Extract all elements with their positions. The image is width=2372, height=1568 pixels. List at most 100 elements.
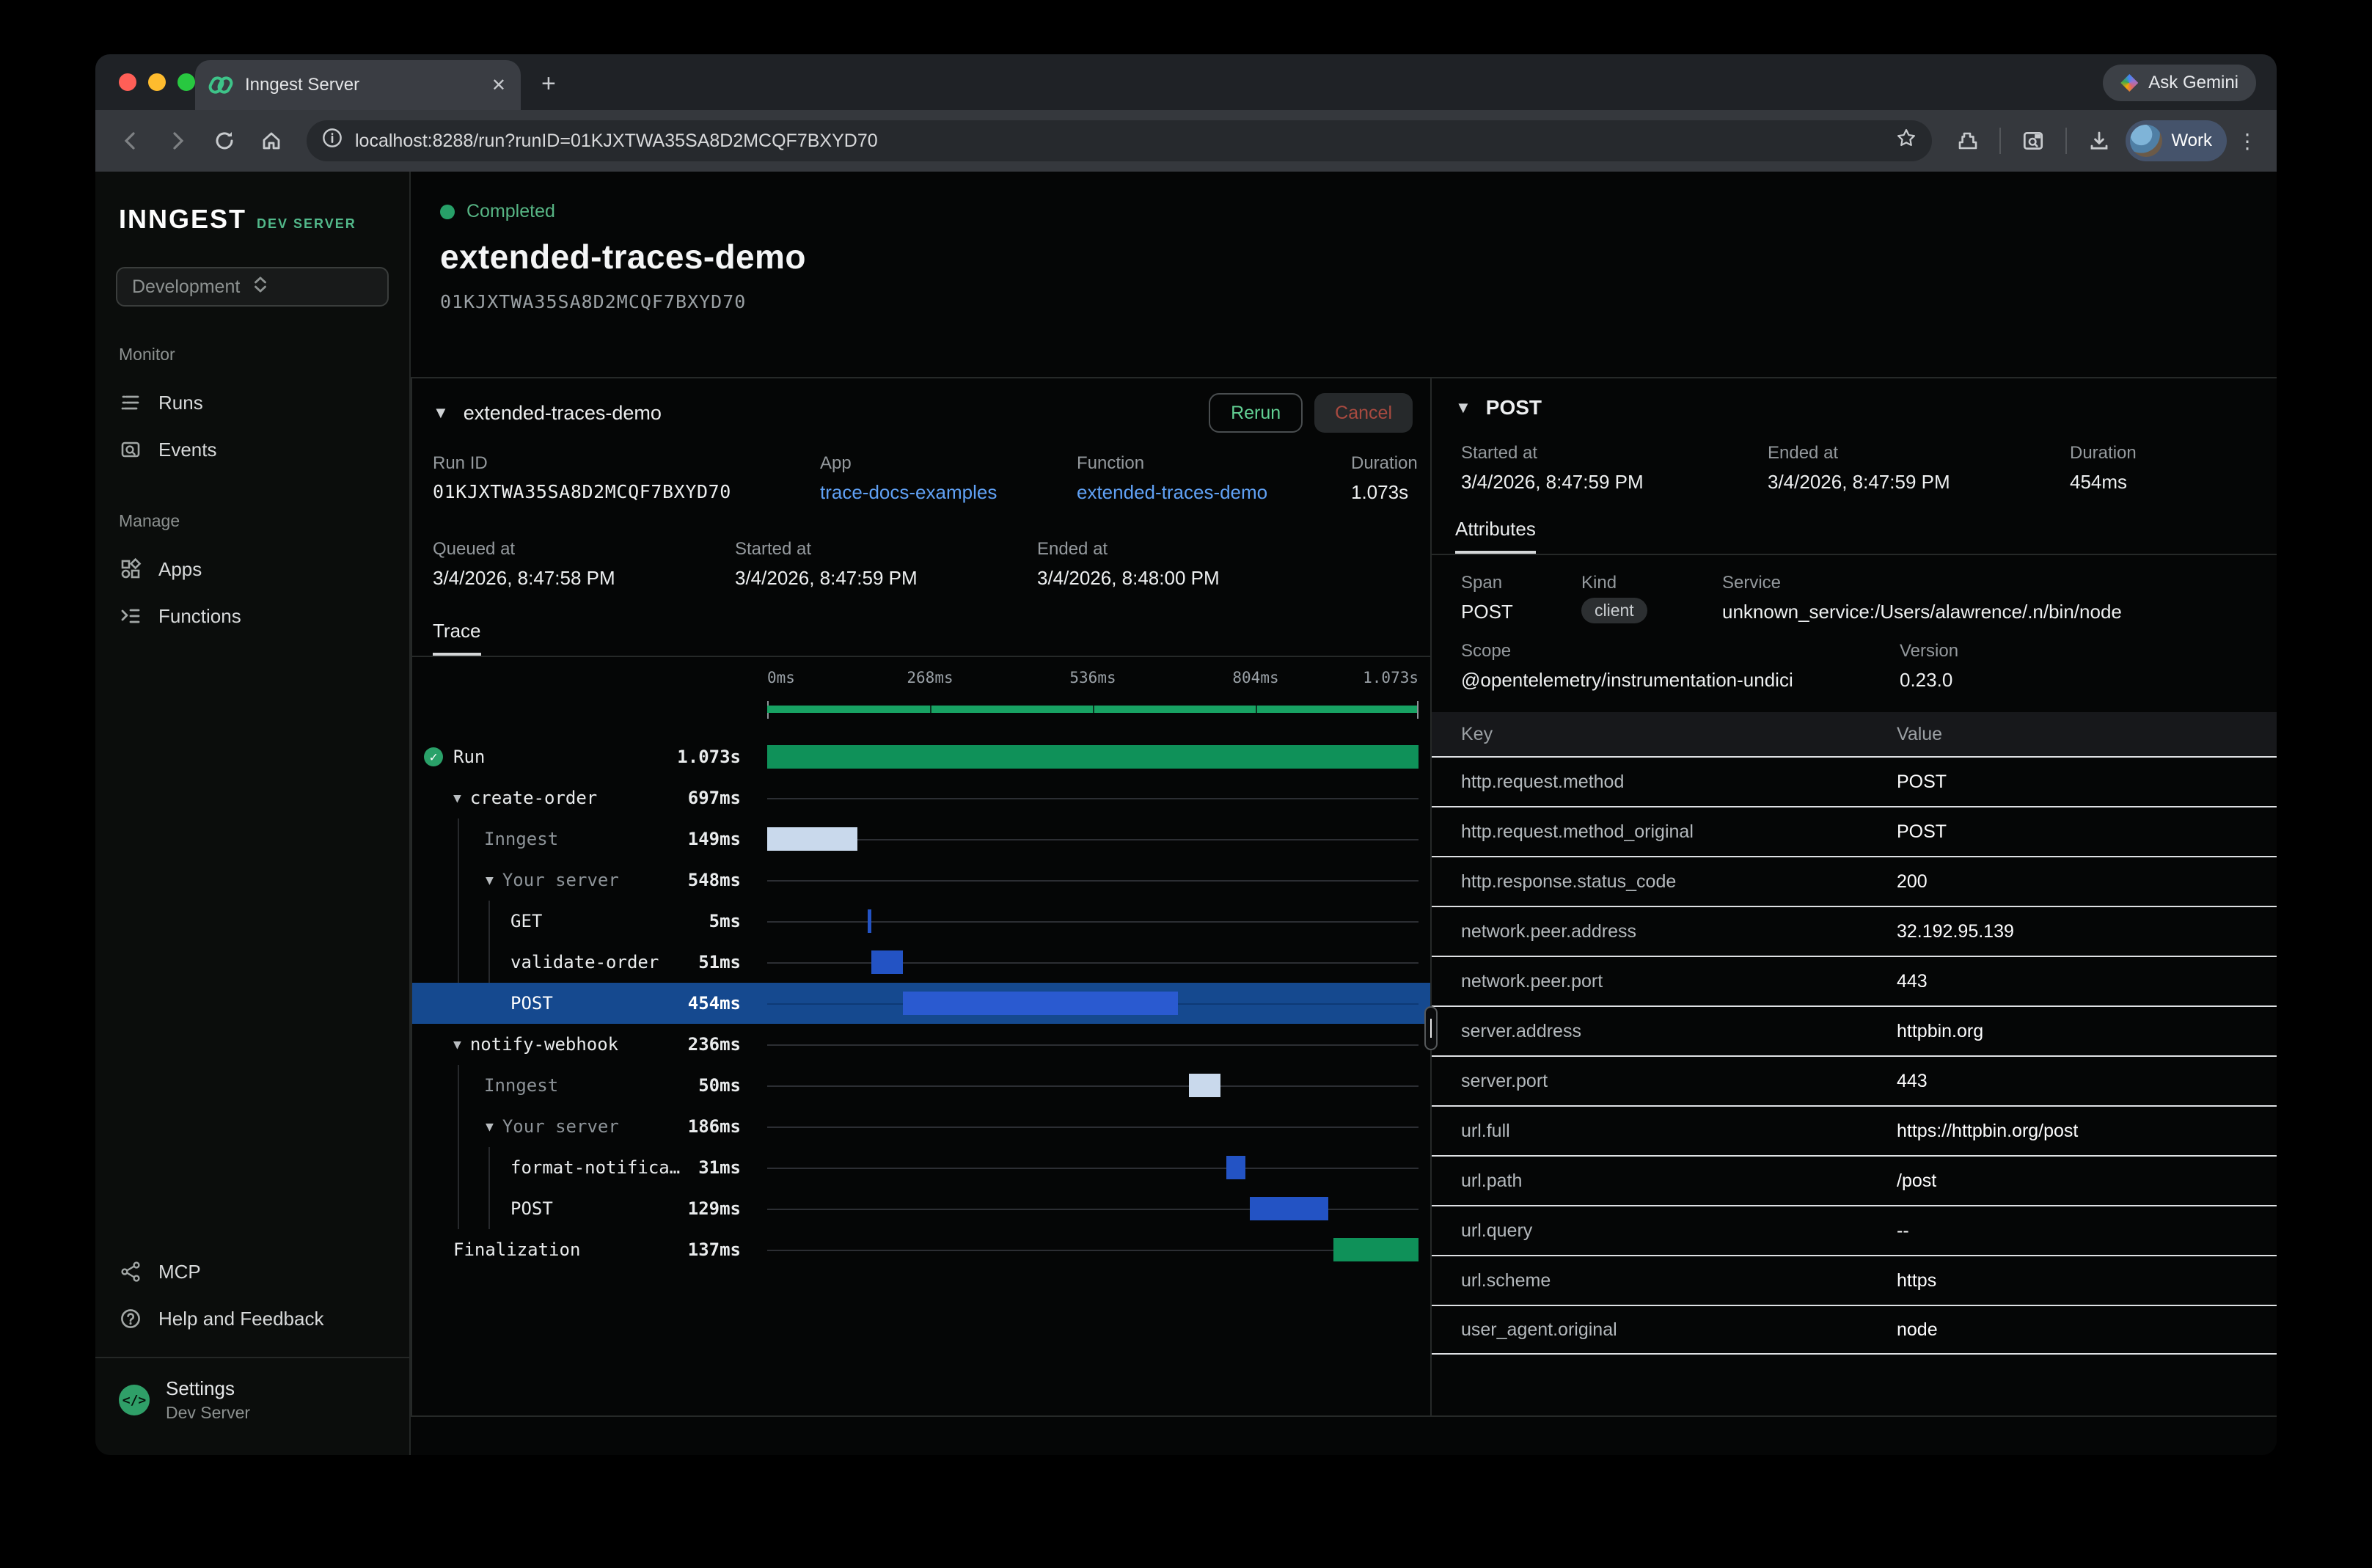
sidebar-item-label: Events — [158, 439, 217, 461]
trace-tab-bar: Trace — [412, 616, 1430, 657]
trace-row[interactable]: Inngest149ms — [412, 818, 1430, 860]
minimap-handle-right[interactable] — [1417, 701, 1419, 719]
trace-row[interactable]: ▼Your server548ms — [412, 860, 1430, 901]
trace-scrollbar-handle[interactable] — [1424, 1006, 1438, 1050]
url-text[interactable]: localhost:8288/run?runID=01KJXTWA35SA8D2… — [355, 131, 1884, 152]
trace-row[interactable]: POST129ms — [412, 1188, 1430, 1229]
meta-label: Function — [1077, 453, 1351, 474]
trace-row[interactable]: validate-order51ms — [412, 942, 1430, 983]
sidebar-item-mcp[interactable]: MCP — [95, 1248, 409, 1295]
trace-row-duration: 548ms — [688, 870, 767, 890]
functions-icon — [119, 604, 142, 628]
toolbar-separator — [2065, 128, 2067, 154]
success-check-icon: ✓ — [424, 747, 443, 766]
trace-row[interactable]: ✓Run1.073s — [412, 736, 1430, 777]
trace-row[interactable]: ▼ Your server 186ms — [412, 1106, 1430, 1147]
trace-span-bar[interactable] — [868, 909, 872, 933]
attribute-value: POST — [1897, 821, 2277, 843]
dev-server-code-icon: </> — [119, 1385, 150, 1415]
trace-row[interactable]: GET5ms — [412, 901, 1430, 942]
ask-gemini-button[interactable]: Ask Gemini — [2103, 65, 2256, 101]
bookmark-star-icon[interactable] — [1895, 127, 1917, 155]
attributes-table: Key Value http.request.methodPOSThttp.re… — [1432, 712, 2277, 1355]
trace-row[interactable]: ▼notify-webhook236ms — [412, 1024, 1430, 1065]
select-chevrons-icon — [252, 275, 373, 299]
profile-chip[interactable]: Work — [2126, 120, 2227, 161]
span-started-at: 3/4/2026, 8:47:59 PM — [1461, 471, 1768, 494]
trace-span-bar[interactable] — [1250, 1197, 1328, 1220]
minimap-divider — [1093, 706, 1094, 713]
trace-span-bar[interactable] — [767, 745, 1419, 769]
meta-value-queued-at: 3/4/2026, 8:47:58 PM — [433, 567, 735, 590]
caret-down-icon[interactable]: ▼ — [486, 1119, 494, 1135]
site-info-icon[interactable] — [321, 127, 343, 155]
attribute-value: 32.192.95.139 — [1897, 921, 2277, 942]
rerun-button[interactable]: Rerun — [1209, 393, 1303, 433]
cancel-button[interactable]: Cancel — [1314, 393, 1413, 433]
back-button[interactable] — [110, 120, 151, 161]
sidebar-item-apps[interactable]: Apps — [95, 546, 409, 593]
caret-down-icon[interactable]: ▼ — [486, 873, 494, 888]
attributes-table-body: http.request.methodPOSThttp.request.meth… — [1432, 756, 2277, 1355]
sidebar-item-settings[interactable]: </> Settings Dev Server — [95, 1358, 409, 1446]
attribute-value: https — [1897, 1270, 2277, 1292]
trace-row[interactable]: format-notifica…31ms — [412, 1147, 1430, 1188]
function-link[interactable]: extended-traces-demo — [1077, 481, 1351, 504]
attribute-value: node — [1897, 1319, 2277, 1341]
sidebar-item-runs[interactable]: Runs — [95, 379, 409, 426]
close-window-button[interactable] — [119, 73, 136, 91]
home-button[interactable] — [251, 120, 292, 161]
chevron-down-icon[interactable]: ▼ — [1455, 398, 1471, 417]
tab-close-icon[interactable]: ✕ — [491, 75, 506, 96]
sidebar-item-functions[interactable]: Functions — [95, 593, 409, 640]
download-icon[interactable] — [2079, 120, 2120, 161]
trace-baseline — [767, 1044, 1419, 1046]
caret-down-icon[interactable]: ▼ — [453, 1037, 461, 1052]
attribute-key: url.query — [1432, 1220, 1897, 1242]
meta-label: Ended at — [1037, 539, 1430, 560]
axis-tick-label: 0ms — [767, 669, 795, 686]
trace-span-bar[interactable] — [871, 950, 902, 974]
trace-row[interactable]: ▼create-order697ms — [412, 777, 1430, 818]
maximize-window-button[interactable] — [177, 73, 195, 91]
trace-span-bar[interactable] — [767, 827, 857, 851]
new-tab-button[interactable]: + — [541, 70, 556, 110]
environment-select[interactable]: Development — [116, 267, 389, 307]
trace-row-duration: 31ms — [698, 1157, 767, 1178]
forward-button[interactable] — [157, 120, 198, 161]
tab-attributes[interactable]: Attributes — [1455, 518, 1536, 554]
caret-down-icon[interactable]: ▼ — [453, 791, 461, 806]
trace-row-name: Your server — [502, 1116, 619, 1137]
app-link[interactable]: trace-docs-examples — [820, 481, 1077, 504]
browser-menu-icon[interactable]: ⋮ — [2233, 129, 2262, 153]
tab-trace[interactable]: Trace — [433, 620, 481, 656]
attribute-value: /post — [1897, 1170, 2277, 1192]
minimize-window-button[interactable] — [148, 73, 166, 91]
sidebar-section-monitor: Monitor — [95, 345, 409, 364]
chevron-down-icon[interactable]: ▼ — [433, 403, 449, 422]
dev-server-badge: DEV SERVER — [257, 216, 356, 232]
reload-button[interactable] — [204, 120, 245, 161]
trace-span-bar[interactable] — [903, 992, 1179, 1015]
trace-span-bar[interactable] — [1226, 1156, 1245, 1179]
attributes-table-header: Key Value — [1432, 712, 2277, 756]
timeline-minimap[interactable] — [767, 701, 1419, 719]
trace-span-bar[interactable] — [1189, 1074, 1220, 1097]
trace-row[interactable]: Finalization137ms — [412, 1229, 1430, 1270]
url-bar[interactable]: localhost:8288/run?runID=01KJXTWA35SA8D2… — [307, 120, 1932, 161]
extensions-icon[interactable] — [1947, 120, 1988, 161]
trace-row[interactable]: Inngest50ms — [412, 1065, 1430, 1106]
run-panel: ▼ extended-traces-demo Rerun Cancel Run … — [411, 377, 2277, 1417]
inngest-favicon-icon — [210, 76, 233, 94]
trace-span-bar[interactable] — [1333, 1238, 1419, 1261]
trace-row-duration: 186ms — [688, 1116, 767, 1137]
sidebar-item-events[interactable]: Events — [95, 426, 409, 473]
browser-tab[interactable]: Inngest Server ✕ — [195, 60, 521, 110]
meta-label: Duration — [1351, 453, 1430, 474]
side-panel-search-icon[interactable] — [2013, 120, 2054, 161]
attribute-key: server.address — [1432, 1021, 1897, 1042]
span-ended-at: 3/4/2026, 8:47:59 PM — [1768, 471, 2070, 494]
trace-row[interactable]: POST454ms — [412, 983, 1430, 1024]
axis-tick-label: 1.073s — [1363, 669, 1419, 686]
sidebar-item-help[interactable]: Help and Feedback — [95, 1295, 409, 1342]
